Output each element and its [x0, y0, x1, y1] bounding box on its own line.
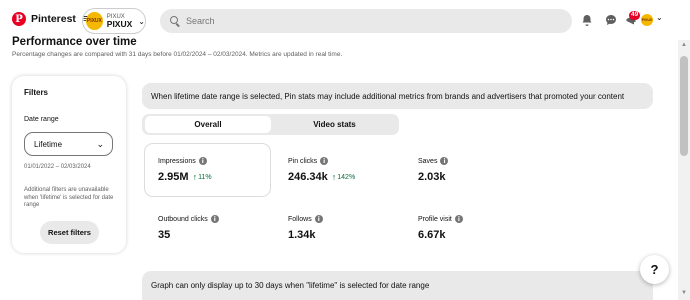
metric-label-row: Impressions i: [158, 157, 212, 165]
info-icon[interactable]: i: [454, 215, 463, 223]
arrow-up-icon: ↑: [192, 172, 198, 182]
reset-filters-button[interactable]: Reset filters: [40, 221, 99, 244]
profile-avatar[interactable]: PIXUX: [641, 14, 653, 26]
metric-delta: ↑ 11%: [193, 172, 212, 182]
date-range-label: Date range: [24, 116, 59, 123]
metric-value-row: 2.03k: [418, 171, 448, 183]
metric-outbound-clicks[interactable]: Outbound clicks i 35: [158, 215, 219, 241]
top-navigation-bar: P Pinterest ≡ PIXUX PIXUX PIXUX ⌄ 49 PIX…: [0, 0, 690, 40]
metric-label-row: Profile visit i: [418, 215, 463, 223]
metric-saves[interactable]: Saves i 2.03k: [418, 157, 449, 183]
tab-video-stats[interactable]: Video stats: [273, 116, 396, 133]
metric-label: Saves: [418, 157, 438, 165]
date-range-select[interactable]: Lifetime ⌄: [24, 132, 113, 156]
info-icon[interactable]: i: [440, 157, 449, 165]
notifications-bell-icon[interactable]: [580, 13, 594, 27]
chevron-down-icon: ⌄: [138, 16, 145, 26]
metric-follows[interactable]: Follows i 1.34k: [288, 215, 323, 241]
stats-tab-group: Overall Video stats: [142, 114, 399, 135]
metric-label-row: Outbound clicks i: [158, 215, 219, 223]
filters-heading: Filters: [24, 88, 49, 97]
date-range-selected-value: Lifetime: [34, 139, 63, 149]
tab-overall[interactable]: Overall: [145, 116, 271, 133]
metric-label: Impressions: [158, 157, 196, 165]
metric-value-row: 246.34k ↑ 142%: [288, 171, 355, 183]
metric-value-row: 1.34k: [288, 229, 323, 241]
messages-icon[interactable]: [604, 13, 618, 27]
notification-count-badge: 49: [629, 11, 641, 20]
metric-value: 2.95M: [158, 171, 189, 183]
help-button[interactable]: ?: [640, 255, 669, 284]
metric-pin-clicks[interactable]: Pin clicks i 246.34k ↑ 142%: [288, 157, 355, 183]
metric-impressions[interactable]: Impressions i 2.95M ↑ 11%: [158, 157, 212, 183]
pinterest-logo-icon: P: [12, 12, 26, 26]
metric-value: 6.67k: [418, 229, 446, 241]
metric-label-row: Pin clicks i: [288, 157, 355, 165]
metric-label-row: Follows i: [288, 215, 323, 223]
search-icon: [170, 16, 180, 26]
search-input[interactable]: [186, 16, 566, 26]
page-title: Performance over time: [12, 36, 137, 48]
metric-label-row: Saves i: [418, 157, 449, 165]
lifetime-info-banner: When lifetime date range is selected, Pi…: [142, 83, 653, 109]
metric-value: 246.34k: [288, 171, 328, 183]
metric-value-row: 35: [158, 229, 219, 241]
info-icon[interactable]: i: [320, 157, 329, 165]
scrollbar-thumb[interactable]: [680, 56, 688, 156]
metric-value: 2.03k: [418, 171, 446, 183]
account-name: PIXUX: [106, 18, 133, 29]
metric-delta: ↑ 142%: [332, 172, 355, 182]
metric-value: 1.34k: [288, 229, 316, 241]
scroll-up-arrow-icon[interactable]: ▲: [681, 42, 687, 48]
date-range-dates: 01/01/2022 – 02/03/2024: [24, 164, 91, 170]
brand-name: Pinterest: [31, 13, 76, 25]
filters-panel: Filters Date range Lifetime ⌄ 01/01/2022…: [12, 76, 126, 253]
metric-value: 35: [158, 229, 171, 241]
metric-value-row: 6.67k: [418, 229, 463, 241]
metric-delta-value: 142%: [337, 173, 356, 181]
graph-limit-banner: Graph can only display up to 30 days whe…: [142, 271, 653, 300]
metric-label: Outbound clicks: [158, 215, 208, 223]
info-icon[interactable]: i: [198, 157, 207, 165]
info-icon[interactable]: i: [314, 215, 323, 223]
chevron-down-icon[interactable]: ⌄: [656, 13, 663, 22]
arrow-up-icon: ↑: [331, 172, 337, 182]
account-label-group: PIXUX PIXUX: [107, 14, 133, 29]
metric-label: Follows: [288, 215, 312, 223]
chevron-down-icon: ⌄: [96, 139, 104, 149]
page-subtitle: Percentage changes are compared with 31 …: [12, 51, 343, 58]
metric-profile-visit[interactable]: Profile visit i 6.67k: [418, 215, 463, 241]
filters-unavailable-note: Additional filters are unavailable when …: [24, 187, 114, 208]
account-switcher[interactable]: PIXUX PIXUX PIXUX ⌄: [82, 8, 146, 34]
search-bar[interactable]: [160, 9, 572, 33]
metric-label: Pin clicks: [288, 157, 318, 165]
metric-delta-value: 11%: [198, 173, 212, 181]
pinterest-home-link[interactable]: P Pinterest ≡: [12, 12, 89, 26]
metric-value-row: 2.95M ↑ 11%: [158, 171, 212, 183]
account-avatar: PIXUX: [86, 12, 103, 30]
scroll-down-arrow-icon[interactable]: ▼: [681, 290, 687, 296]
info-icon[interactable]: i: [210, 215, 219, 223]
metric-label: Profile visit: [418, 215, 452, 223]
